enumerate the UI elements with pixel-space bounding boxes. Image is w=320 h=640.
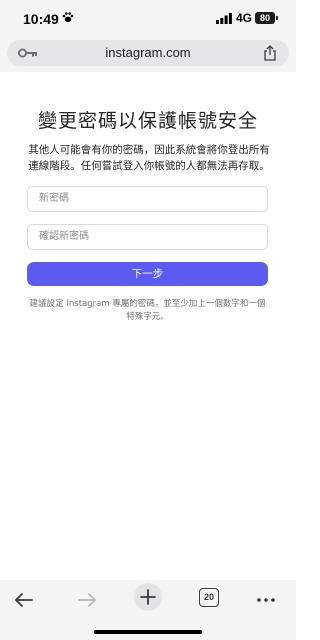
- status-time: 10:49: [23, 11, 59, 27]
- battery-nub: [276, 16, 278, 20]
- browser-address-area: instagram.com: [0, 38, 296, 72]
- new-password-field[interactable]: 新密碼: [27, 186, 268, 212]
- network-type: 4G: [236, 11, 253, 25]
- status-bar: 10:49 4G 80: [0, 0, 296, 38]
- home-indicator: [94, 630, 202, 634]
- page-content: 變更密碼以保護帳號安全 其他人可能會有你的密碼，因此系統會將你登出所有連線階段。…: [0, 72, 296, 580]
- url-text[interactable]: instagram.com: [7, 45, 289, 60]
- back-arrow-icon[interactable]: [10, 586, 38, 614]
- tabs-icon[interactable]: 20: [199, 588, 219, 607]
- next-button[interactable]: 下一步: [27, 262, 268, 286]
- share-icon[interactable]: [263, 45, 277, 61]
- browser-toolbar: 20: [0, 580, 296, 640]
- page-subtitle: 其他人可能會有你的密碼，因此系統會將你登出所有連線階段。任何嘗試登入你帳號的人都…: [28, 144, 270, 172]
- battery-icon: 80: [255, 12, 275, 24]
- page-title: 變更密碼以保護帳號安全: [37, 110, 258, 132]
- paw-icon: [62, 12, 74, 22]
- plus-icon[interactable]: [134, 583, 162, 611]
- address-bar[interactable]: instagram.com: [7, 40, 289, 66]
- forward-arrow-icon[interactable]: [73, 586, 101, 614]
- more-icon[interactable]: [252, 586, 280, 614]
- password-hint: 建議設定 Instagram 專屬的密碼，並至少加上一個數字和一個特殊字元。: [29, 299, 266, 322]
- confirm-password-field[interactable]: 確認新密碼: [27, 224, 268, 250]
- signal-icon: [216, 13, 232, 24]
